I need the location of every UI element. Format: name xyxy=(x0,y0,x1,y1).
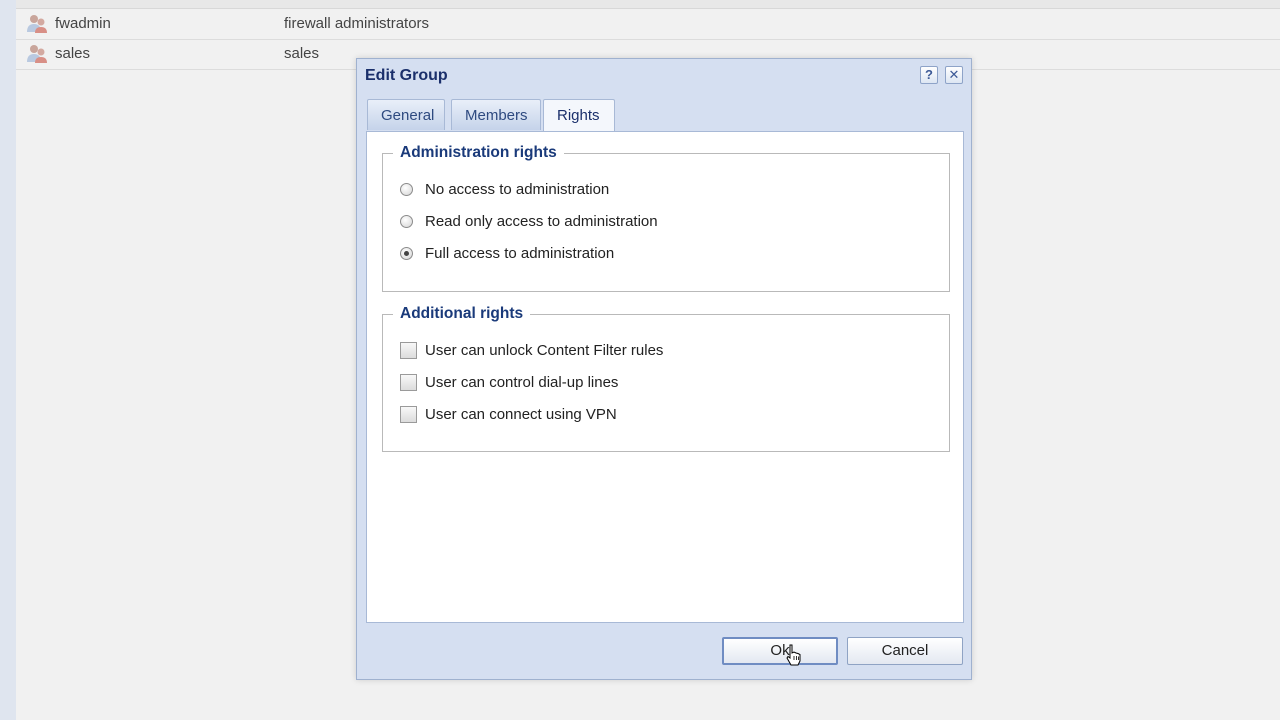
help-button[interactable]: ? xyxy=(920,66,938,84)
checkbox-connect-vpn[interactable]: User can connect using VPN xyxy=(400,403,617,425)
checkbox-label: User can unlock Content Filter rules xyxy=(425,341,664,359)
group-name: fwadmin xyxy=(55,15,111,32)
radio-no-access[interactable]: No access to administration xyxy=(400,178,609,200)
rights-panel: Administration rights No access to admin… xyxy=(366,131,964,623)
checkbox-label: User can connect using VPN xyxy=(425,405,617,423)
radio-button[interactable] xyxy=(400,246,413,260)
radio-read-only[interactable]: Read only access to administration xyxy=(400,210,658,232)
group-description: sales xyxy=(284,45,320,62)
edit-group-dialog: Edit Group ? ✕ General Members Rights Ad… xyxy=(356,58,972,680)
radio-button[interactable] xyxy=(400,214,413,228)
radio-full-access[interactable]: Full access to administration xyxy=(400,242,614,264)
group-icon xyxy=(26,44,48,64)
checkbox[interactable] xyxy=(400,373,417,391)
hand-cursor-icon xyxy=(786,644,801,666)
additional-rights-legend: Additional rights xyxy=(400,305,524,322)
close-button[interactable]: ✕ xyxy=(945,66,963,84)
group-name: sales xyxy=(55,45,91,62)
administration-rights-group: Administration rights No access to admin… xyxy=(382,144,950,292)
group-description: firewall administrators xyxy=(284,15,430,32)
radio-label: No access to administration xyxy=(425,180,610,198)
checkbox[interactable] xyxy=(400,341,417,359)
radio-label: Full access to administration xyxy=(425,244,615,262)
checkbox-unlock-content-filter[interactable]: User can unlock Content Filter rules xyxy=(400,339,663,361)
left-sidebar-strip xyxy=(0,0,17,720)
cancel-button[interactable]: Cancel xyxy=(847,637,963,665)
tab-rights[interactable]: Rights xyxy=(543,99,615,132)
tab-general[interactable]: General xyxy=(367,99,445,130)
administration-rights-legend: Administration rights xyxy=(400,144,557,161)
checkbox[interactable] xyxy=(400,405,417,423)
dialog-title: Edit Group xyxy=(365,67,448,84)
radio-button[interactable] xyxy=(400,182,413,196)
list-row-fwadmin[interactable]: fwadmin firewall administrators xyxy=(16,9,1280,40)
ok-button[interactable]: Ok xyxy=(722,637,838,665)
checkbox-control-dialup[interactable]: User can control dial-up lines xyxy=(400,371,618,393)
radio-label: Read only access to administration xyxy=(425,212,658,230)
group-icon xyxy=(26,14,48,34)
checkbox-label: User can control dial-up lines xyxy=(425,373,619,391)
tab-members[interactable]: Members xyxy=(451,99,541,130)
list-header xyxy=(16,0,1280,9)
additional-rights-group: Additional rights User can unlock Conten… xyxy=(382,305,950,452)
